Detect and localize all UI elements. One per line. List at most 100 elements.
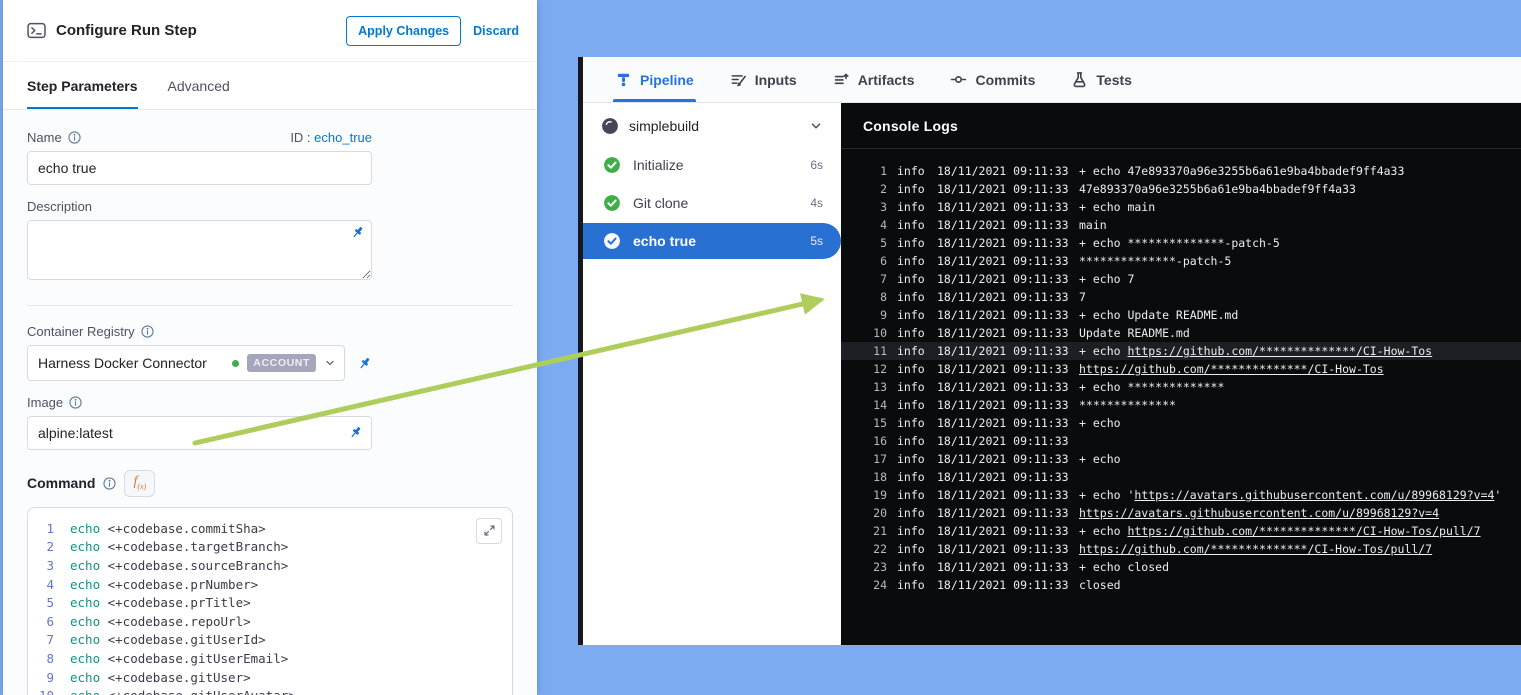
tab-pipeline[interactable]: Pipeline — [615, 57, 694, 102]
code-line: 9echo <+codebase.gitUser> — [28, 669, 512, 688]
code-keyword: echo — [70, 631, 100, 650]
log-line-number: 23 — [859, 558, 887, 576]
info-icon[interactable] — [68, 131, 81, 144]
configure-run-step-panel: Configure Run Step Apply Changes Discard… — [3, 0, 537, 695]
line-number: 9 — [28, 669, 70, 688]
log-line-number: 17 — [859, 450, 887, 468]
step-item-git-clone[interactable]: Git clone4s — [583, 185, 841, 221]
expand-editor-icon[interactable] — [476, 518, 502, 544]
log-timestamp: 18/11/2021 09:11:33 — [937, 324, 1069, 342]
tab-step-parameters[interactable]: Step Parameters — [27, 62, 138, 109]
log-message: main — [1079, 216, 1507, 234]
execution-tabs: Pipeline Inputs Artifacts Commits Tests — [583, 57, 1521, 103]
console-log-line: 10info18/11/2021 09:11:33Update README.m… — [841, 324, 1521, 342]
tab-inputs[interactable]: Inputs — [730, 57, 797, 102]
log-line-number: 12 — [859, 360, 887, 378]
log-message: + echo Update README.md — [1079, 306, 1507, 324]
log-line-number: 22 — [859, 540, 887, 558]
info-icon[interactable] — [69, 396, 82, 409]
log-message: https://github.com/**************/CI-How… — [1079, 540, 1507, 558]
log-link[interactable]: https://github.com/**************/CI-How… — [1079, 542, 1432, 556]
log-level: info — [897, 180, 927, 198]
chevron-down-icon[interactable] — [809, 119, 823, 133]
command-code-editor[interactable]: 1echo <+codebase.commitSha>2echo <+codeb… — [27, 507, 513, 695]
log-link[interactable]: https://github.com/**************/CI-How… — [1127, 524, 1480, 538]
info-icon[interactable] — [103, 477, 116, 490]
log-level: info — [897, 360, 927, 378]
tab-tests[interactable]: Tests — [1071, 57, 1132, 102]
name-input[interactable] — [27, 151, 372, 185]
log-level: info — [897, 216, 927, 234]
log-message: **************-patch-5 — [1079, 252, 1507, 270]
log-line-number: 21 — [859, 522, 887, 540]
log-timestamp: 18/11/2021 09:11:33 — [937, 288, 1069, 306]
console-log-lines[interactable]: 1 info 18/11/2021 09:11:33 + echo 47e893370… — [841, 149, 1521, 645]
console-log-line: 5info18/11/2021 09:11:33+ echo *********… — [841, 234, 1521, 252]
container-registry-select[interactable]: Harness Docker Connector ACCOUNT — [27, 345, 345, 381]
log-timestamp: 18/11/2021 09:11:33 — [937, 252, 1069, 270]
page-title: Configure Run Step — [56, 22, 197, 39]
log-timestamp: 18/11/2021 09:11:33 — [937, 522, 1069, 540]
code-line: 1echo <+codebase.commitSha> — [28, 520, 512, 539]
log-timestamp: 18/11/2021 09:11:33 — [937, 198, 1069, 216]
log-message: Update README.md — [1079, 324, 1507, 342]
step-duration: 4s — [810, 196, 823, 210]
line-number: 4 — [28, 576, 70, 595]
log-link[interactable]: https://github.com/**************/CI-How… — [1079, 362, 1384, 376]
log-line-number: 1 — [859, 162, 887, 180]
log-timestamp: 18/11/2021 09:11:33 — [937, 216, 1069, 234]
log-link[interactable]: https://avatars.githubusercontent.com/u/… — [1079, 506, 1439, 520]
line-number: 3 — [28, 557, 70, 576]
connector-name: Harness Docker Connector — [38, 355, 207, 371]
tab-label: Artifacts — [858, 72, 915, 88]
code-text: <+codebase.gitUser> — [100, 669, 251, 688]
line-number: 5 — [28, 594, 70, 613]
log-line-number: 24 — [859, 576, 887, 594]
log-line-number: 11 — [859, 342, 887, 360]
log-message: 7 — [1079, 288, 1507, 306]
log-message: + echo — [1079, 414, 1507, 432]
log-line-number: 3 — [859, 198, 887, 216]
step-id-value[interactable]: echo_true — [314, 130, 372, 145]
description-textarea[interactable] — [27, 220, 372, 280]
log-line-number: 18 — [859, 468, 887, 486]
log-link[interactable]: https://github.com/**************/CI-How… — [1127, 344, 1432, 358]
tab-artifacts[interactable]: Artifacts — [833, 57, 915, 102]
console-log-line: 13info18/11/2021 09:11:33+ echo ********… — [841, 378, 1521, 396]
log-level: info — [897, 414, 927, 432]
step-item-echo-true[interactable]: echo true5s — [583, 223, 841, 259]
log-timestamp: 18/11/2021 09:11:33 — [937, 468, 1069, 486]
code-line: 7echo <+codebase.gitUserId> — [28, 631, 512, 650]
step-parameters-form: Name ID : echo_true Description — [3, 110, 537, 695]
code-line: 4echo <+codebase.prNumber> — [28, 576, 512, 595]
console-log-line: 3info18/11/2021 09:11:33+ echo main — [841, 198, 1521, 216]
apply-changes-button[interactable]: Apply Changes — [346, 16, 461, 46]
log-message: + echo 'https://avatars.githubuserconten… — [1079, 486, 1507, 504]
execution-panel: Pipeline Inputs Artifacts Commits Tests simp… — [578, 57, 1521, 645]
step-list: Initialize 6s Git clone4secho true5s — [583, 147, 841, 259]
step-duration: 6s — [810, 158, 823, 172]
step-name: Initialize — [633, 157, 684, 173]
log-message: ************** — [1079, 396, 1507, 414]
pin-icon[interactable] — [348, 425, 363, 440]
pin-icon[interactable] — [350, 225, 365, 240]
log-message: + echo **************-patch-5 — [1079, 234, 1507, 252]
container-registry-label: Container Registry — [27, 324, 135, 339]
log-link[interactable]: https://avatars.githubusercontent.com/u/… — [1134, 488, 1494, 502]
info-icon[interactable] — [141, 325, 154, 338]
tab-advanced[interactable]: Advanced — [168, 62, 230, 109]
code-lines: 1echo <+codebase.commitSha>2echo <+codeb… — [28, 520, 512, 695]
log-line-number: 16 — [859, 432, 887, 450]
image-input[interactable] — [27, 416, 372, 450]
stage-selector[interactable]: simplebuild — [583, 107, 841, 145]
log-message: 47e893370a96e3255b6a61e9ba4bbadef9ff4a33 — [1079, 180, 1507, 198]
discard-button[interactable]: Discard — [471, 18, 521, 44]
tab-commits[interactable]: Commits — [950, 57, 1035, 102]
expression-fx-button[interactable]: f(x) — [124, 470, 155, 497]
pin-icon[interactable] — [357, 356, 372, 371]
log-timestamp: 18/11/2021 09:11:33 — [937, 306, 1069, 324]
step-item-initialize[interactable]: Initialize 6s — [583, 147, 841, 183]
console-log-line: 9info18/11/2021 09:11:33+ echo Update RE… — [841, 306, 1521, 324]
code-text: <+codebase.prNumber> — [100, 576, 258, 595]
log-line-number: 8 — [859, 288, 887, 306]
